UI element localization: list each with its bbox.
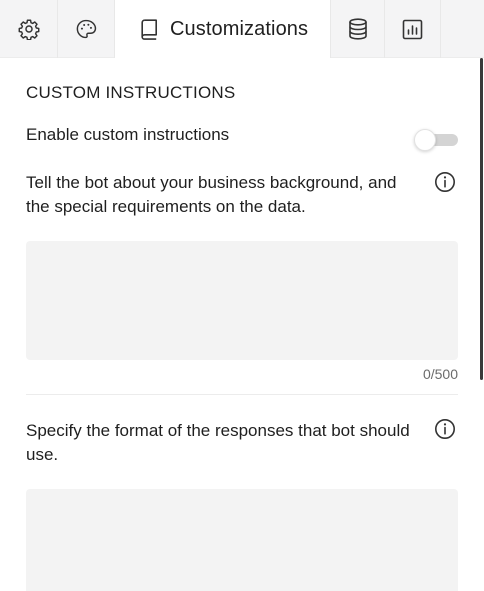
character-counter: 0/500: [422, 366, 458, 382]
info-icon[interactable]: [434, 171, 456, 193]
toggle-label: Enable custom instructions: [26, 125, 230, 144]
format-instructions-input[interactable]: [26, 489, 458, 591]
tab-data-sources[interactable]: [330, 0, 385, 58]
background-prompt: Tell the bot about your business backgro…: [26, 173, 397, 216]
book-icon: [141, 18, 157, 40]
database-icon: [348, 18, 367, 40]
tab-charts[interactable]: [385, 0, 441, 58]
palette-icon: [76, 19, 97, 39]
format-prompt: Specify the format of the responses that…: [26, 421, 410, 464]
scrollbar-thumb[interactable]: [480, 58, 483, 380]
tab-bar: Customizations: [0, 0, 484, 59]
custom-instructions-toggle[interactable]: [414, 129, 458, 151]
toggle-knob: [414, 129, 436, 151]
info-icon[interactable]: [434, 418, 456, 440]
tab-label: Customizations: [170, 17, 309, 40]
tab-customizations[interactable]: Customizations: [115, 0, 330, 59]
tab-settings[interactable]: [0, 0, 58, 58]
tab-appearance[interactable]: [58, 0, 115, 58]
gear-icon: [18, 19, 39, 40]
background-instructions-input[interactable]: [26, 241, 458, 360]
chart-icon: [402, 19, 423, 39]
divider: [26, 394, 458, 395]
customizations-panel: Customizations CUSTOM INSTRUCTIONS Enabl…: [0, 0, 484, 591]
section-title: CUSTOM INSTRUCTIONS: [26, 83, 236, 102]
